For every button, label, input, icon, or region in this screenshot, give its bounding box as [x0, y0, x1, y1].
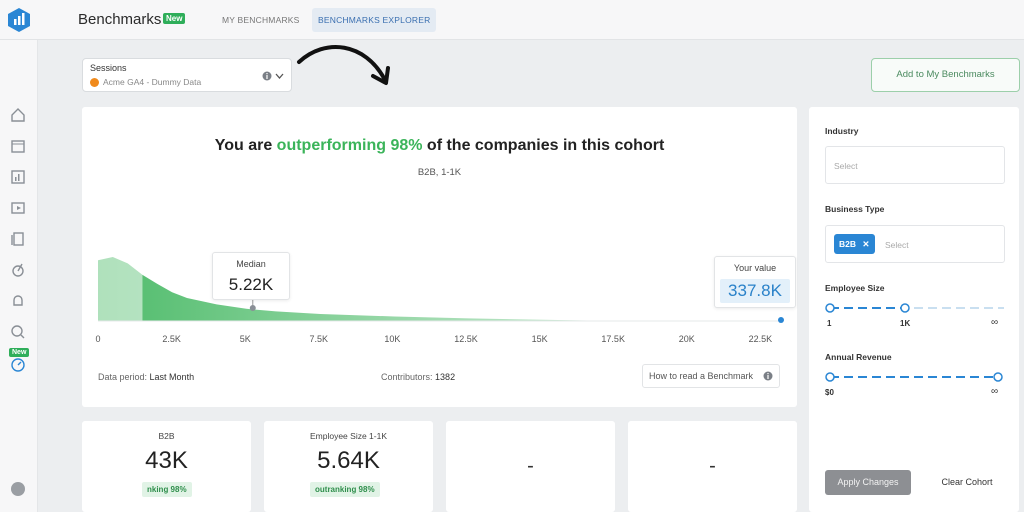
- x-tick-label: 22.5K: [749, 334, 773, 344]
- metric-label: Sessions: [90, 63, 127, 73]
- annual-revenue-min: $0: [825, 388, 834, 397]
- stat-value: -: [709, 455, 716, 477]
- close-icon[interactable]: ✕: [862, 239, 869, 249]
- stat-card-employee-size[interactable]: Employee Size 1-1K 5.64K outranking 98%: [264, 421, 433, 512]
- app-logo-icon[interactable]: [6, 7, 32, 33]
- median-label: Median: [236, 259, 266, 269]
- tab-my-benchmarks[interactable]: MY BENCHMARKS: [216, 8, 306, 32]
- employee-size-slider[interactable]: [825, 300, 1009, 316]
- employee-size-mid: 1K: [900, 319, 911, 328]
- data-period: Data period: Last Month: [98, 372, 194, 382]
- stat-value: 43K: [145, 447, 188, 474]
- business-type-placeholder: Select: [885, 240, 909, 250]
- stat-card-empty[interactable]: -: [446, 421, 615, 512]
- distribution-lead-overlay: [98, 253, 143, 321]
- stat-label: Employee Size 1-1K: [309, 431, 387, 441]
- x-tick-label: 2.5K: [162, 334, 181, 344]
- metric-selector[interactable]: Sessions Acme GA4 - Dummy Data: [82, 58, 292, 92]
- median-value: 5.22K: [228, 275, 274, 294]
- apply-changes-button[interactable]: Apply Changes: [825, 470, 911, 495]
- slider-handle-min[interactable]: [825, 372, 835, 382]
- business-type-select[interactable]: B2B ✕ Select: [825, 225, 1005, 263]
- slider-handle-max[interactable]: [993, 372, 1003, 382]
- info-icon[interactable]: [262, 71, 272, 81]
- industry-label: Industry: [825, 126, 859, 136]
- your-value-tooltip: Your value 337.8K: [714, 256, 796, 308]
- x-tick-label: 5K: [240, 334, 251, 344]
- top-bar: Benchmarks New MY BENCHMARKS BENCHMARKS …: [0, 0, 1024, 40]
- distribution-area: [98, 257, 617, 321]
- cohort-filter-panel: Industry Select Business Type B2B ✕ Sele…: [809, 107, 1019, 512]
- x-tick-label: 10K: [384, 334, 400, 344]
- employee-size-label: Employee Size: [825, 283, 885, 293]
- avatar[interactable]: [9, 480, 27, 498]
- home-icon[interactable]: [9, 106, 27, 124]
- slider-handle-min[interactable]: [825, 303, 835, 313]
- contributors-value: 1382: [435, 372, 456, 382]
- play-icon[interactable]: [9, 199, 27, 217]
- search-icon[interactable]: [9, 323, 27, 341]
- bell-icon[interactable]: [9, 292, 27, 310]
- x-tick-label: 12.5K: [454, 334, 478, 344]
- stat-label: B2B: [158, 431, 175, 441]
- your-value: 337.8K: [720, 279, 790, 303]
- annotation-arrow-icon: [297, 45, 390, 85]
- tab-benchmarks-explorer[interactable]: BENCHMARKS EXPLORER: [312, 8, 437, 32]
- stat-value: -: [527, 455, 534, 477]
- x-tick-label: 0: [95, 334, 100, 344]
- new-badge: New: [163, 13, 186, 24]
- annual-revenue-slider[interactable]: [825, 369, 1009, 385]
- x-tick-label: 17.5K: [601, 334, 625, 344]
- contributors: Contributors: 1382: [381, 372, 455, 382]
- employee-size-max: ∞: [991, 317, 999, 328]
- chart-icon[interactable]: [9, 168, 27, 186]
- sidebar: New: [0, 40, 38, 512]
- annual-revenue-label: Annual Revenue: [825, 352, 892, 362]
- x-tick-label: 20K: [679, 334, 695, 344]
- info-icon: [763, 371, 773, 381]
- metric-source: Acme GA4 - Dummy Data: [103, 77, 202, 87]
- your-value-label: Your value: [733, 263, 777, 273]
- stat-value: 5.64K: [317, 447, 380, 474]
- calendar-icon[interactable]: [9, 137, 27, 155]
- slider-handle-max[interactable]: [900, 303, 910, 313]
- stat-badge: nking 98%: [142, 482, 192, 497]
- business-type-label: Business Type: [825, 204, 885, 214]
- x-tick-label: 15K: [532, 334, 548, 344]
- median-point: [249, 305, 256, 311]
- how-to-read-button[interactable]: How to read a Benchmark: [642, 364, 780, 388]
- benchmark-card: You are outperforming 98% of the compani…: [82, 107, 797, 407]
- stat-card-b2b[interactable]: B2B 43K nking 98%: [82, 421, 251, 512]
- how-to-read-label: How to read a Benchmark: [649, 371, 754, 381]
- benchmarks-icon[interactable]: [9, 356, 27, 374]
- graph-icon[interactable]: [9, 261, 27, 279]
- data-period-value: Last Month: [149, 372, 195, 382]
- stat-badge: outranking 98%: [310, 482, 380, 497]
- your-value-point: [778, 317, 784, 323]
- stat-card-empty[interactable]: -: [628, 421, 797, 512]
- clear-cohort-button[interactable]: Clear Cohort: [929, 470, 1005, 495]
- add-to-benchmarks-button[interactable]: Add to My Benchmarks: [871, 58, 1020, 92]
- distribution-chart: 0 2.5K 5K 7.5K 10K 12.5K 15K 17.5K 20K 22.5K: [95, 253, 784, 344]
- industry-select[interactable]: Select: [825, 146, 1005, 184]
- stack-icon[interactable]: [9, 230, 27, 248]
- industry-placeholder: Select: [834, 161, 858, 171]
- median-tooltip: Median 5.22K: [212, 252, 290, 300]
- chevron-down-icon[interactable]: [275, 73, 284, 80]
- data-period-label: Data period:: [98, 372, 148, 382]
- analytics-source-icon: [90, 78, 99, 87]
- employee-size-min: 1: [827, 319, 832, 328]
- page-title: Benchmarks: [78, 11, 162, 28]
- business-type-chip[interactable]: B2B ✕: [834, 234, 875, 254]
- annual-revenue-max: ∞: [991, 386, 999, 397]
- x-tick-label: 7.5K: [310, 334, 329, 344]
- contributors-label: Contributors:: [381, 372, 433, 382]
- chip-label: B2B: [839, 239, 857, 249]
